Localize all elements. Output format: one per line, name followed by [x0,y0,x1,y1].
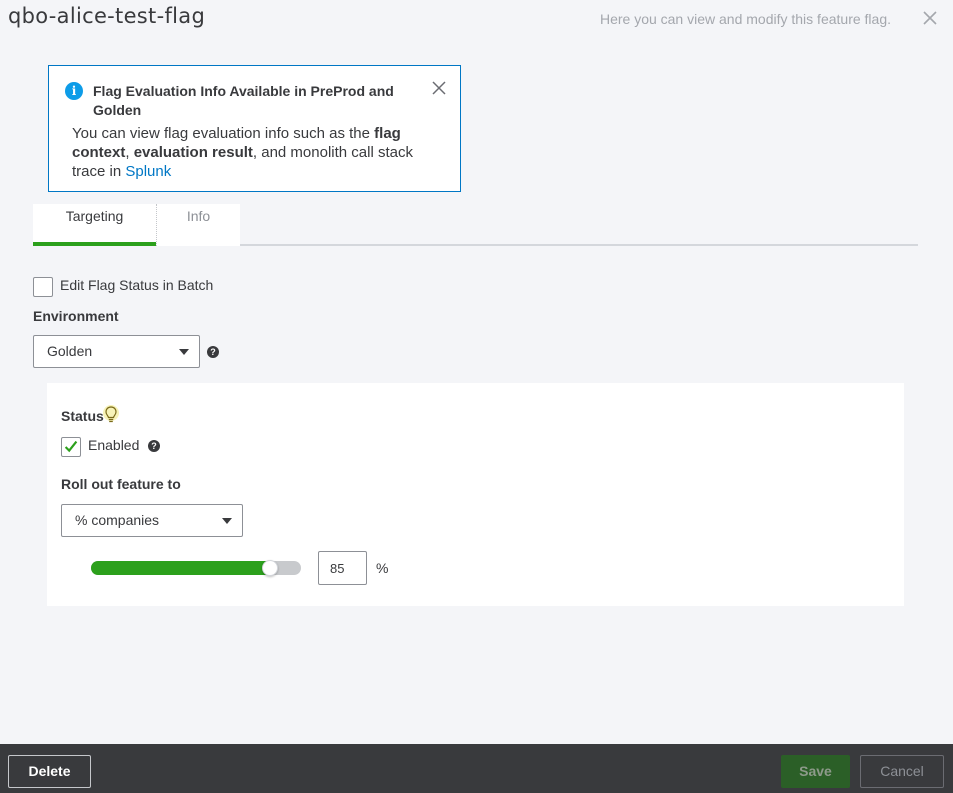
environment-value: Golden [47,343,93,359]
lightbulb-icon[interactable] [102,404,120,426]
page-title: qbo-alice-test-flag [8,4,206,28]
rollout-value: % companies [75,512,160,528]
tab-bar: Targeting Info [33,204,918,246]
splunk-link[interactable]: Splunk [125,163,171,180]
delete-button[interactable]: Delete [8,755,91,788]
rollout-slider-fill [91,561,270,575]
enabled-checkbox[interactable] [61,437,81,457]
rollout-percent-input[interactable] [318,551,367,585]
footer-bar: Delete Save Cancel [0,744,953,793]
info-banner-body: You can view flag evaluation info such a… [72,125,413,180]
info-banner-close-icon[interactable] [432,81,446,95]
info-banner: i Flag Evaluation Info Available in PreP… [48,65,461,192]
environment-label: Environment [33,308,119,324]
tab-targeting[interactable]: Targeting [33,204,156,246]
rollout-select[interactable]: % companies [61,504,243,537]
page-subtitle: Here you can view and modify this featur… [599,11,891,27]
info-banner-title: Flag Evaluation Info Available in PrePro… [93,83,394,118]
checkmark-icon [64,440,78,453]
save-button[interactable]: Save [781,755,850,788]
batch-edit-label: Edit Flag Status in Batch [60,277,214,293]
percent-sign: % [376,560,389,576]
status-panel: Status Enabled ? Roll out feature to % c… [47,383,904,606]
environment-select[interactable]: Golden [33,335,200,368]
cancel-button[interactable]: Cancel [860,755,944,788]
chevron-down-icon [179,349,189,355]
enabled-label: Enabled [88,437,140,453]
help-icon[interactable]: ? [148,440,160,452]
info-icon: i [65,82,83,100]
rollout-slider-handle[interactable] [261,560,278,576]
help-icon[interactable]: ? [207,346,219,358]
chevron-down-icon [222,518,232,524]
status-label: Status [61,408,104,424]
rollout-label: Roll out feature to [61,476,181,492]
batch-edit-checkbox[interactable] [33,277,53,297]
rollout-slider[interactable] [91,560,301,576]
tab-info[interactable]: Info [156,204,240,246]
close-icon[interactable] [921,9,939,27]
